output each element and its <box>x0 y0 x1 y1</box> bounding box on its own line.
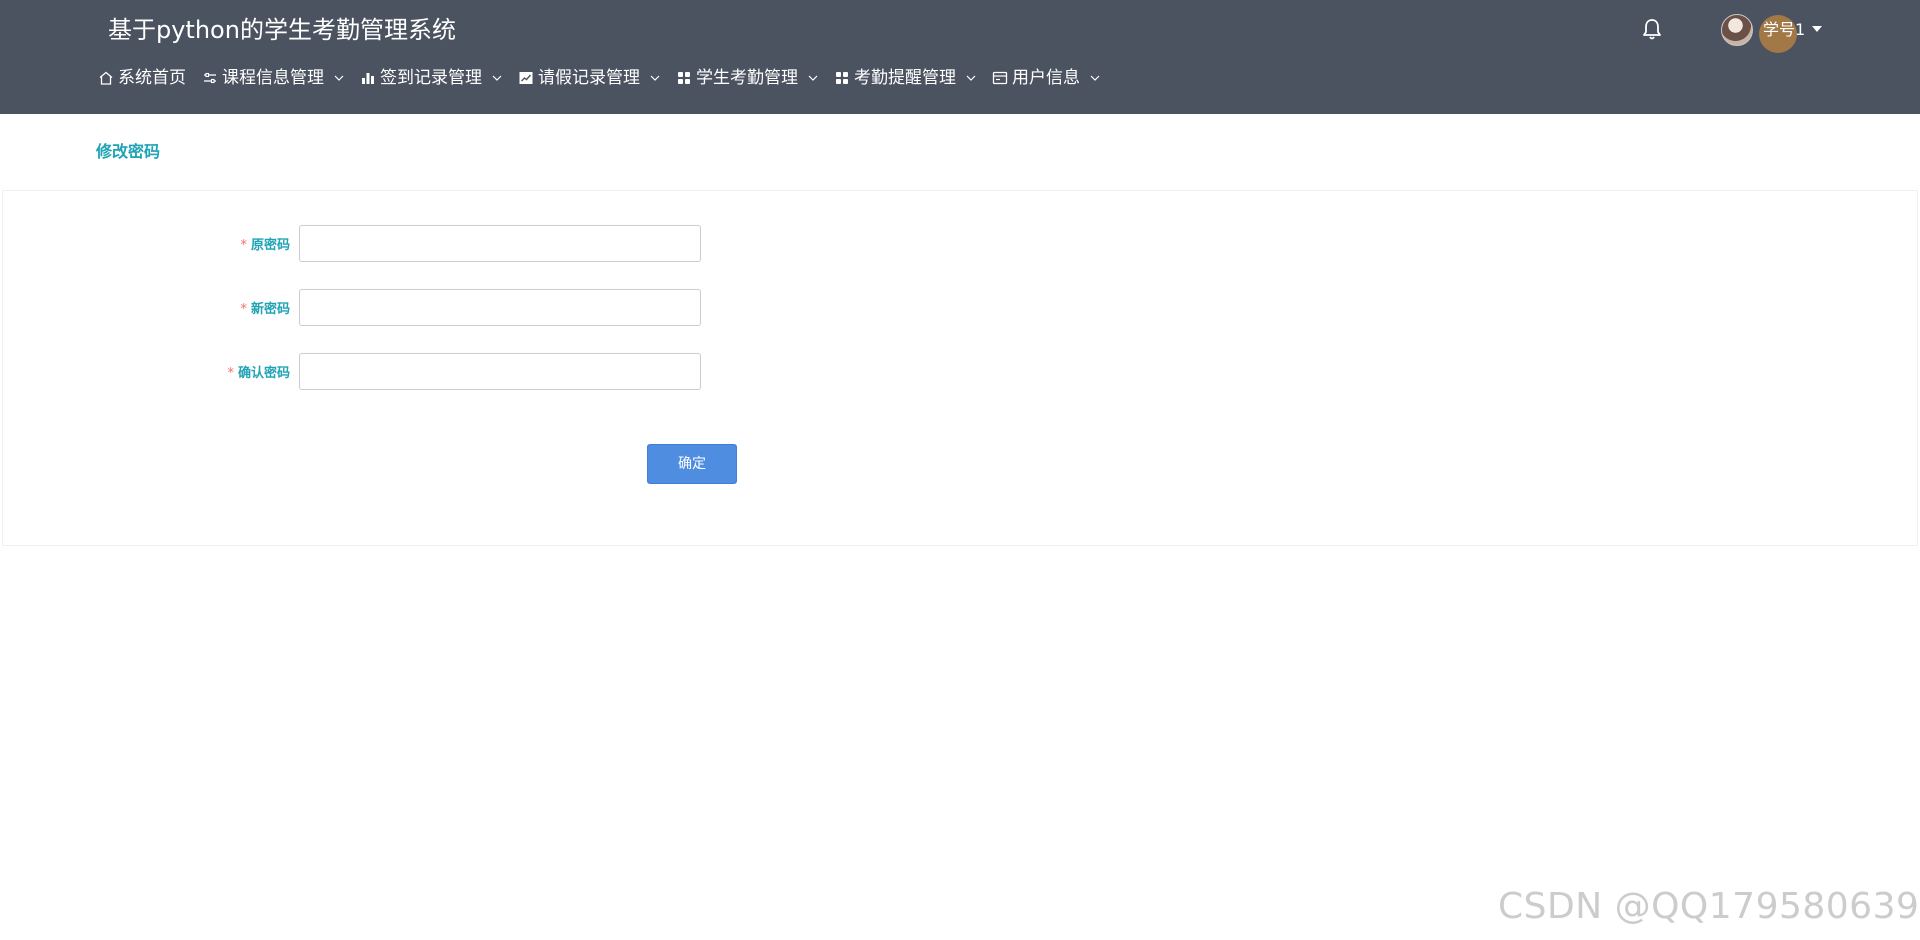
nav-item-user-info[interactable]: 用户信息 <box>992 64 1100 92</box>
id-card-icon <box>992 70 1008 86</box>
main-nav: 系统首页 课程信息管理 签到记录管理 请假记录管理 学生考勤管理 考勤提醒管理 … <box>98 64 1116 92</box>
nav-item-label: 系统首页 <box>118 68 186 88</box>
nav-item-leave-records[interactable]: 请假记录管理 <box>518 64 660 92</box>
field-label: * 新密码 <box>240 298 290 317</box>
nav-item-course-info[interactable]: 课程信息管理 <box>202 64 344 92</box>
nav-item-label: 请假记录管理 <box>538 68 640 88</box>
chevron-down-icon <box>334 73 344 83</box>
line-chart-icon <box>518 70 534 86</box>
nav-item-label: 考勤提醒管理 <box>854 68 956 88</box>
change-password-form: * 原密码 * 新密码 * 确认密码 <box>2 190 1918 546</box>
grid-icon <box>676 70 692 86</box>
page-title: 修改密码 <box>96 142 161 161</box>
field-label-text: 新密码 <box>250 302 290 317</box>
app-title: 基于python的学生考勤管理系统 <box>108 16 456 44</box>
user-name: 学号1 <box>1763 20 1806 39</box>
chevron-down-icon <box>650 73 660 83</box>
home-icon <box>98 70 114 86</box>
old-password-input[interactable] <box>299 225 701 262</box>
confirm-password-input[interactable] <box>299 353 701 390</box>
required-mark: * <box>227 366 234 381</box>
user-menu[interactable]: 学号1 <box>1721 12 1831 53</box>
nav-item-home[interactable]: 系统首页 <box>98 64 186 92</box>
chevron-down-icon <box>966 73 976 83</box>
watermark: CSDN @QQ1795806396 <box>1498 886 1920 927</box>
field-label: * 原密码 <box>240 234 290 253</box>
required-mark: * <box>240 238 247 253</box>
nav-item-student-attendance[interactable]: 学生考勤管理 <box>676 64 818 92</box>
field-label-text: 确认密码 <box>237 366 290 381</box>
form-row-new-password: * 新密码 <box>3 289 1917 326</box>
new-password-input[interactable] <box>299 289 701 326</box>
chevron-down-icon <box>808 73 818 83</box>
caret-down-icon <box>1812 26 1822 32</box>
form-row-confirm-password: * 确认密码 <box>3 353 1917 390</box>
avatar <box>1721 14 1753 46</box>
required-mark: * <box>240 302 247 317</box>
nav-item-checkin-records[interactable]: 签到记录管理 <box>360 64 502 92</box>
bar-chart-icon <box>360 70 376 86</box>
nav-item-label: 课程信息管理 <box>222 68 324 88</box>
nav-item-label: 签到记录管理 <box>380 68 482 88</box>
nav-item-attendance-reminder[interactable]: 考勤提醒管理 <box>834 64 976 92</box>
nav-item-label: 学生考勤管理 <box>696 68 798 88</box>
bell-icon[interactable] <box>1641 17 1663 41</box>
confirm-button[interactable]: 确定 <box>647 444 737 484</box>
sliders-icon <box>202 70 218 86</box>
grid-icon <box>834 70 850 86</box>
field-label-text: 原密码 <box>250 238 290 253</box>
top-header: 基于python的学生考勤管理系统 学号1 系统首页 课程信息管理 签到记录管理… <box>0 0 1920 114</box>
chevron-down-icon <box>1090 73 1100 83</box>
form-row-old-password: * 原密码 <box>3 225 1917 262</box>
field-label: * 确认密码 <box>227 362 290 381</box>
chevron-down-icon <box>492 73 502 83</box>
nav-item-label: 用户信息 <box>1012 68 1080 88</box>
